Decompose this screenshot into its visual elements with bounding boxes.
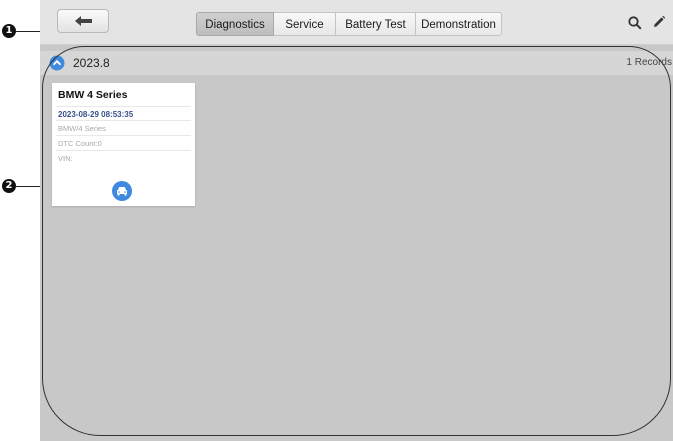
callout-marker-1: 1	[2, 24, 16, 38]
record-title: BMW 4 Series	[58, 89, 128, 101]
callout-marker-2: 2	[2, 179, 16, 193]
top-toolbar: Diagnostics Service Battery Test Demonst…	[40, 0, 673, 45]
arrow-left-icon	[75, 16, 92, 26]
pencil-icon[interactable]	[652, 15, 666, 29]
function-tabs: Diagnostics Service Battery Test Demonst…	[196, 12, 502, 36]
divider	[56, 150, 191, 151]
divider	[56, 135, 191, 136]
record-card[interactable]: BMW 4 Series 2023-08-29 08:53:35 BMW/4 S…	[52, 83, 195, 206]
back-button[interactable]	[57, 9, 109, 33]
record-vin: VIN:	[58, 154, 73, 163]
group-date-label: 2023.8	[73, 56, 110, 70]
tab-service[interactable]: Service	[274, 12, 336, 36]
app-screen: Diagnostics Service Battery Test Demonst…	[40, 0, 673, 441]
chevron-up-icon[interactable]	[49, 55, 65, 71]
divider	[56, 120, 191, 121]
car-icon	[117, 187, 127, 196]
record-dtc-count: DTC Count:0	[58, 139, 102, 148]
record-datetime: 2023-08-29 08:53:35	[58, 110, 134, 119]
tab-demonstration[interactable]: Demonstration	[416, 12, 502, 36]
search-icon[interactable]	[628, 16, 642, 30]
tab-diagnostics[interactable]: Diagnostics	[196, 12, 274, 36]
record-model: BMW/4 Series	[58, 124, 106, 133]
record-count: 1 Records	[626, 57, 672, 68]
open-vehicle-button[interactable]	[112, 181, 132, 201]
tab-battery-test[interactable]: Battery Test	[336, 12, 416, 36]
month-group-header[interactable]: 2023.8 1 Records	[40, 51, 673, 75]
divider	[56, 106, 191, 107]
